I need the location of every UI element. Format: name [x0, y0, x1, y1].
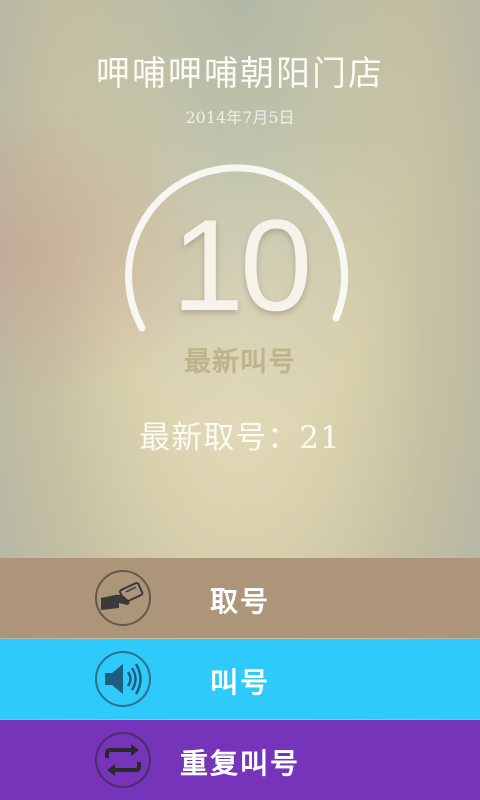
current-called-label: 最新叫号 [184, 347, 296, 378]
take-number-label: 取号 [209, 585, 270, 618]
call-number-label: 叫号 [209, 666, 270, 699]
call-number-button[interactable]: 叫号 [0, 639, 480, 719]
speaker-icon [95, 651, 151, 707]
take-ticket-icon [95, 570, 151, 626]
repeat-icon [95, 732, 151, 788]
store-name: 呷哺呷哺朝阳门店 [96, 54, 384, 94]
current-called-number: 10 [171, 192, 313, 338]
repeat-call-label: 重复叫号 [179, 747, 300, 780]
take-number-button[interactable]: 取号 [0, 558, 480, 638]
latest-taken-number: 最新取号：21 [139, 420, 341, 456]
repeat-call-button[interactable]: 重复叫号 [0, 720, 480, 800]
date-label: 2014年7月5日 [185, 108, 295, 127]
